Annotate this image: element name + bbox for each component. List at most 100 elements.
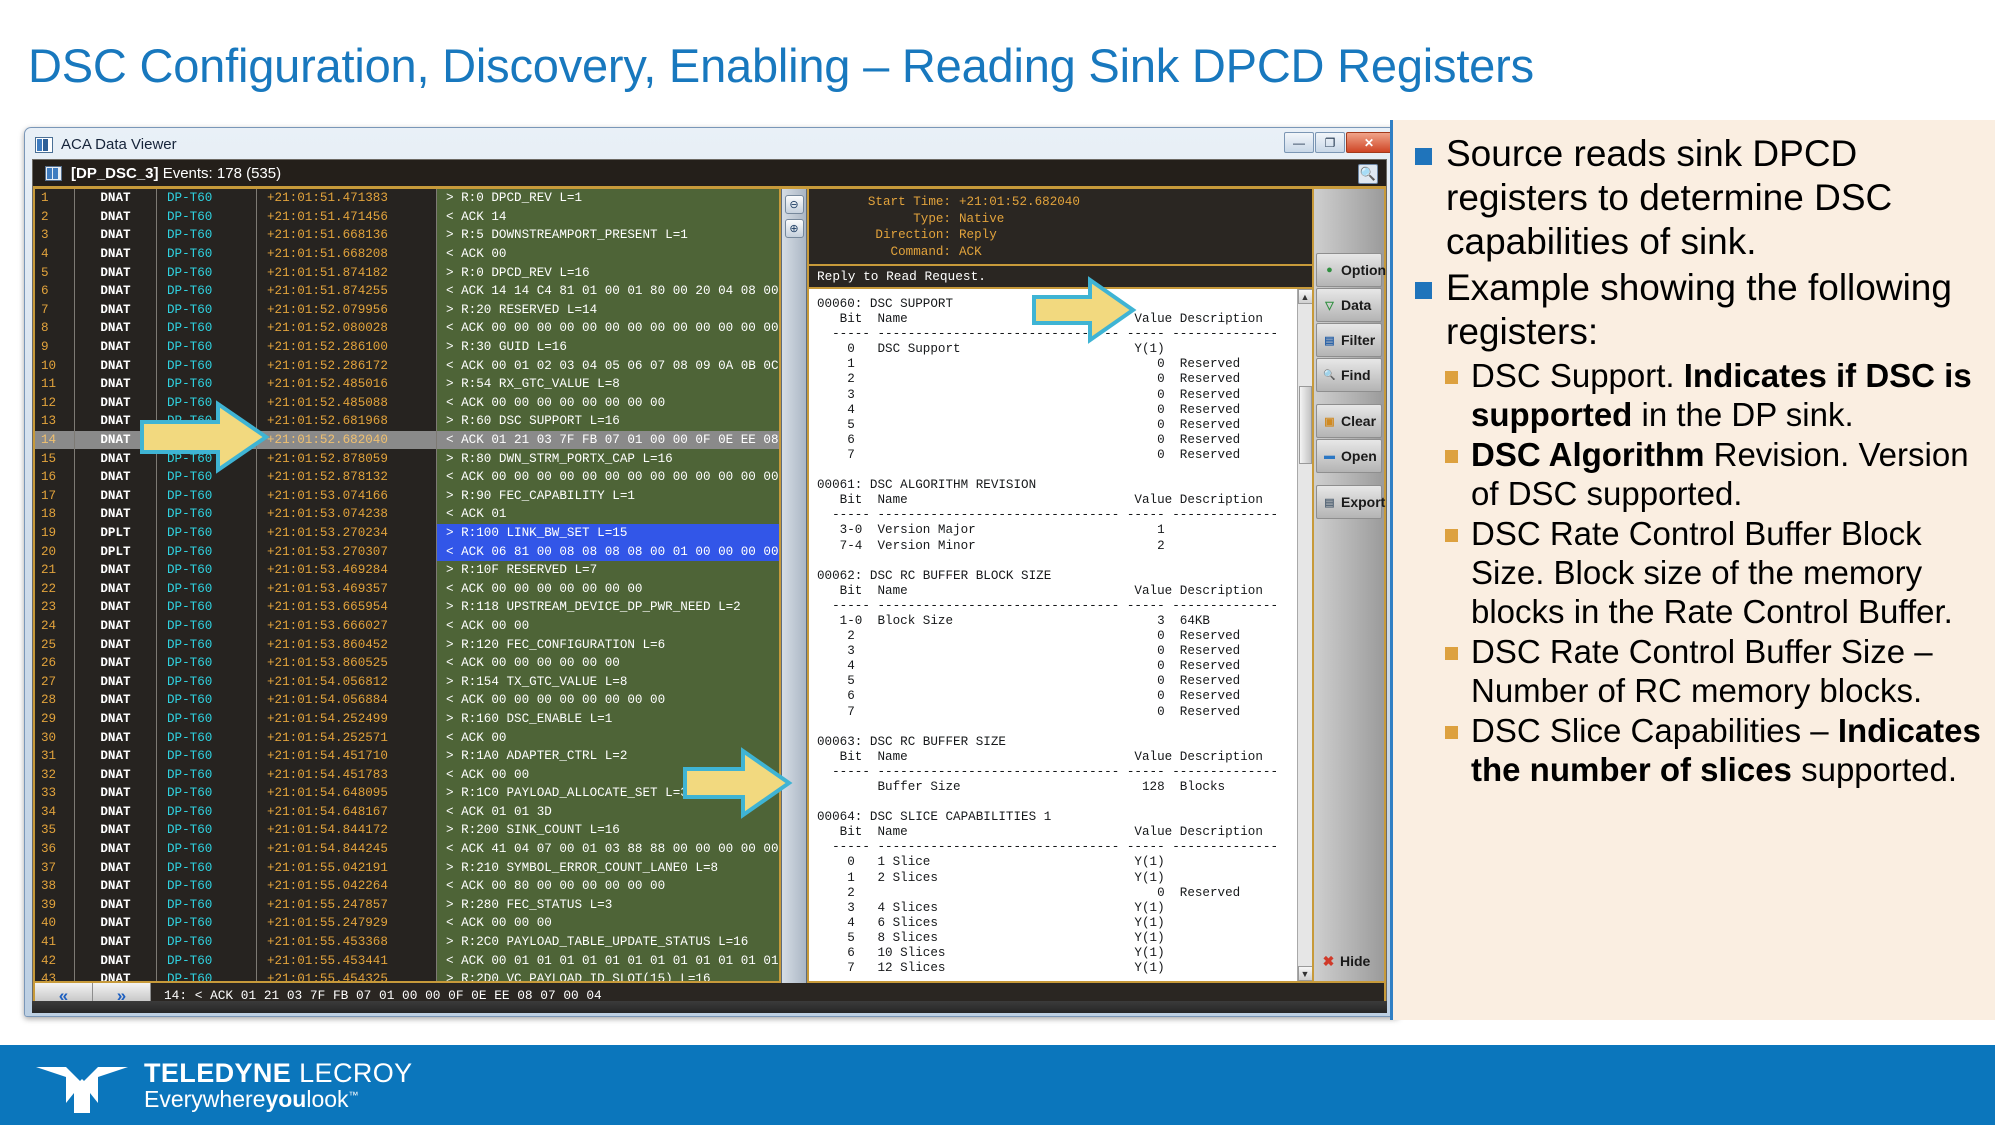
table-row[interactable]: 11 DNAT DP-T60 +21:01:52.485016 > R:54 RX_GT…	[35, 374, 779, 394]
table-row[interactable]: 30 DNAT DP-T60 +21:01:54.252571 < ACK 00	[35, 728, 779, 747]
command-label: Command:	[890, 244, 951, 259]
search-icon[interactable]: 🔍	[1358, 164, 1378, 184]
window-controls: — ❐ ✕	[1284, 132, 1392, 153]
open-button[interactable]: ▬ Open	[1316, 439, 1382, 473]
event-type: DNAT	[75, 746, 157, 766]
minimize-button[interactable]: —	[1284, 132, 1314, 153]
event-list-pane[interactable]: 1 DNAT DP-T60 +21:01:51.471383 > R:0 DPCD_RE…	[33, 189, 781, 983]
event-message: < ACK 14 14 C4 81 01 00 01 80 00 20 04 0…	[437, 281, 779, 301]
event-port: DP-T60	[157, 560, 257, 580]
table-row[interactable]: 9 DNAT DP-T60 +21:01:52.286100 > R:30 GUID L…	[35, 337, 779, 357]
table-row[interactable]: 40 DNAT DP-T60 +21:01:55.247929 < ACK 00 00 …	[35, 914, 779, 933]
event-index: 26	[35, 653, 75, 673]
table-row[interactable]: 27 DNAT DP-T60 +21:01:54.056812 > R:154 TX_G…	[35, 672, 779, 692]
list-item: DSC Slice Capabilities – Indicates the n…	[1403, 711, 1981, 789]
table-row[interactable]: 41 DNAT DP-T60 +21:01:55.453368 > R:2C0 PAYL…	[35, 932, 779, 952]
table-row[interactable]: 10 DNAT DP-T60 +21:01:52.286172 < ACK 00 01 …	[35, 356, 779, 375]
table-row[interactable]: 31 DNAT DP-T60 +21:01:54.451710 > R:1A0 ADAP…	[35, 746, 779, 766]
event-timestamp: +21:01:52.286172	[257, 356, 437, 375]
table-row[interactable]: 25 DNAT DP-T60 +21:01:53.860452 > R:120 FEC_…	[35, 635, 779, 654]
event-timestamp: +21:01:54.056812	[257, 672, 437, 692]
table-row[interactable]: 17 DNAT DP-T60 +21:01:53.074166 > R:90 FEC_C…	[35, 486, 779, 506]
table-row[interactable]: 43 DNAT DP-T60 +21:01:55.454325 > R:2D0 VC_P…	[35, 969, 779, 981]
event-port: DP-T60	[157, 653, 257, 673]
table-row[interactable]: 13 DNAT DP-T60 +21:01:52.681968 > R:60 DSC S…	[35, 412, 779, 431]
filter-button[interactable]: ▤ Filter	[1316, 323, 1382, 357]
event-index: 17	[35, 486, 75, 506]
event-message: > R:54 RX_GTC_VALUE L=8	[437, 374, 779, 394]
event-index: 11	[35, 374, 75, 394]
table-row[interactable]: 14 DNAT DP-T60 +21:01:52.682040 < ACK 01 21 …	[35, 430, 779, 450]
data-button[interactable]: ▽ Data	[1316, 288, 1382, 322]
event-message: > R:5 DOWNSTREAMPORT_PRESENT L=1	[437, 226, 779, 245]
table-row[interactable]: 12 DNAT DP-T60 +21:01:52.485088 < ACK 00 00 …	[35, 393, 779, 413]
expand-icon[interactable]: ⊕	[784, 219, 804, 238]
event-index: 24	[35, 616, 75, 636]
table-row[interactable]: 38 DNAT DP-T60 +21:01:55.042264 < ACK 00 80 …	[35, 876, 779, 896]
event-port: DP-T60	[157, 263, 257, 282]
table-row[interactable]: 24 DNAT DP-T60 +21:01:53.666027 < ACK 00 00	[35, 616, 779, 636]
detail-scrollbar[interactable]: ▲ ▼	[1297, 289, 1312, 981]
clear-button[interactable]: ▣ Clear	[1316, 404, 1382, 438]
table-row[interactable]: 18 DNAT DP-T60 +21:01:53.074238 < ACK 01	[35, 505, 779, 524]
type-value: Native	[959, 211, 1005, 226]
event-message: < ACK 01 21 03 7F FB 07 01 00 00 0F 0E E…	[437, 430, 779, 450]
event-message: > R:90 FEC_CAPABILITY L=1	[437, 486, 779, 506]
maximize-button[interactable]: ❐	[1315, 132, 1345, 153]
event-type: DNAT	[75, 319, 157, 338]
toolbar-gap-2	[1314, 474, 1384, 485]
logo-mark-icon	[36, 1067, 128, 1113]
table-row[interactable]: 33 DNAT DP-T60 +21:01:54.648095 > R:1C0 PAYL…	[35, 784, 779, 803]
table-row[interactable]: 34 DNAT DP-T60 +21:01:54.648167 < ACK 01 01 …	[35, 802, 779, 822]
event-message: < ACK 00 80 00 00 00 00 00 00	[437, 876, 779, 896]
table-row[interactable]: 3 DNAT DP-T60 +21:01:51.668136 > R:5 DOWNSTR…	[35, 226, 779, 245]
table-row[interactable]: 36 DNAT DP-T60 +21:01:54.844245 < ACK 41 04 …	[35, 839, 779, 859]
table-row[interactable]: 29 DNAT DP-T60 +21:01:54.252499 > R:160 DSC_…	[35, 709, 779, 729]
table-row[interactable]: 39 DNAT DP-T60 +21:01:55.247857 > R:280 FEC_…	[35, 895, 779, 915]
event-index: 4	[35, 244, 75, 264]
table-row[interactable]: 35 DNAT DP-T60 +21:01:54.844172 > R:200 SINK…	[35, 821, 779, 840]
event-port: DP-T60	[157, 821, 257, 840]
event-port: DP-T60	[157, 691, 257, 710]
table-row[interactable]: 26 DNAT DP-T60 +21:01:53.860525 < ACK 00 00 …	[35, 653, 779, 673]
scrollbar-thumb[interactable]	[1298, 386, 1312, 464]
table-row[interactable]: 21 DNAT DP-T60 +21:01:53.469284 > R:10F RESE…	[35, 560, 779, 580]
table-row[interactable]: 7 DNAT DP-T60 +21:01:52.079956 > R:20 RESERV…	[35, 300, 779, 320]
event-message: > R:1A0 ADAPTER_CTRL L=2	[437, 746, 779, 766]
table-row[interactable]: 20 DPLT DP-T60 +21:01:53.270307 < ACK 06 81 …	[35, 542, 779, 561]
table-row[interactable]: 19 DPLT DP-T60 +21:01:53.270234 > R:100 LINK…	[35, 523, 779, 543]
table-row[interactable]: 5 DNAT DP-T60 +21:01:51.874182 > R:0 DPCD_RE…	[35, 263, 779, 282]
table-row[interactable]: 23 DNAT DP-T60 +21:01:53.665954 > R:118 UPST…	[35, 598, 779, 617]
trademark-symbol: ™	[348, 1090, 359, 1102]
event-port: DP-T60	[157, 765, 257, 784]
table-row[interactable]: 42 DNAT DP-T60 +21:01:55.453441 < ACK 00 01 …	[35, 951, 779, 970]
event-type: DNAT	[75, 430, 157, 450]
table-row[interactable]: 2 DNAT DP-T60 +21:01:51.471456 < ACK 14	[35, 207, 779, 227]
event-message: > R:60 DSC SUPPORT L=16	[437, 412, 779, 431]
event-type: DNAT	[75, 672, 157, 692]
collapse-icon[interactable]: ⊖	[784, 195, 804, 214]
table-row[interactable]: 6 DNAT DP-T60 +21:01:51.874255 < ACK 14 14 C…	[35, 281, 779, 301]
table-row[interactable]: 32 DNAT DP-T60 +21:01:54.451783 < ACK 00 00	[35, 765, 779, 784]
table-row[interactable]: 22 DNAT DP-T60 +21:01:53.469357 < ACK 00 00 …	[35, 579, 779, 599]
table-row[interactable]: 15 DNAT DP-T60 +21:01:52.878059 > R:80 DWN_S…	[35, 449, 779, 468]
table-row[interactable]: 37 DNAT DP-T60 +21:01:55.042191 > R:210 SYMB…	[35, 858, 779, 877]
event-type: DNAT	[75, 765, 157, 784]
table-row[interactable]: 4 DNAT DP-T60 +21:01:51.668208 < ACK 00	[35, 244, 779, 264]
table-row[interactable]: 28 DNAT DP-T60 +21:01:54.056884 < ACK 00 00 …	[35, 691, 779, 710]
event-timestamp: +21:01:53.270234	[257, 523, 437, 543]
find-button[interactable]: 🔍 Find	[1316, 358, 1382, 392]
command-value: ACK	[959, 244, 982, 259]
scroll-down-icon[interactable]: ▼	[1297, 966, 1312, 981]
event-index: 29	[35, 709, 75, 729]
scroll-up-icon[interactable]: ▲	[1297, 289, 1312, 304]
table-row[interactable]: 8 DNAT DP-T60 +21:01:52.080028 < ACK 00 00 0…	[35, 319, 779, 338]
export-button[interactable]: ▤ Export	[1316, 485, 1385, 519]
event-type: DNAT	[75, 560, 157, 580]
aca-data-viewer-window: ACA Data Viewer — ❐ ✕ [DP_DSC_3] Events:…	[24, 127, 1399, 1017]
hide-button[interactable]: ✖ Hide	[1316, 944, 1382, 978]
close-button[interactable]: ✕	[1346, 132, 1392, 153]
option-button[interactable]: ● Option	[1316, 253, 1386, 287]
table-row[interactable]: 1 DNAT DP-T60 +21:01:51.471383 > R:0 DPCD_RE…	[35, 189, 779, 208]
table-row[interactable]: 16 DNAT DP-T60 +21:01:52.878132 < ACK 00 00 …	[35, 467, 779, 487]
